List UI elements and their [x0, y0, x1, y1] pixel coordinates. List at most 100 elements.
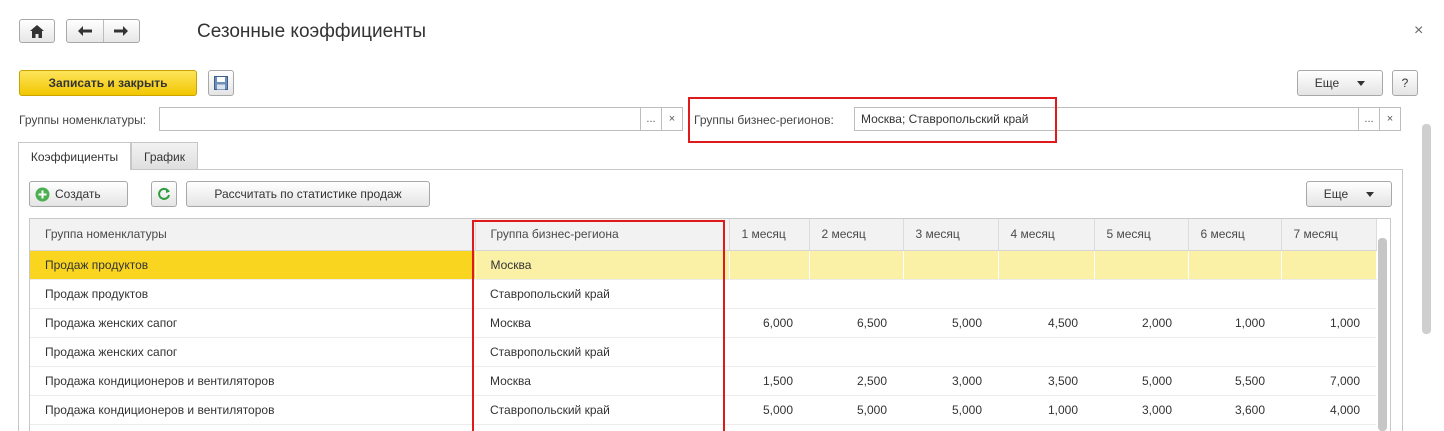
- calc-by-sales-button[interactable]: Рассчитать по статистике продаж: [186, 181, 430, 207]
- window-title: Сезонные коэффициенты: [197, 21, 427, 42]
- column-header[interactable]: 4 месяц: [998, 219, 1095, 251]
- panel-more-button[interactable]: Еще: [1306, 181, 1392, 207]
- nomenclature-groups-label: Группы номенклатуры:: [19, 113, 147, 127]
- page-scrollbar[interactable]: [1422, 124, 1431, 334]
- tab-chart[interactable]: График: [131, 142, 198, 170]
- chevron-down-icon: [1366, 191, 1375, 197]
- table-cell: Ставропольский край: [475, 279, 729, 309]
- arrow-left-icon: [77, 26, 92, 36]
- history-nav: [66, 19, 140, 43]
- table-cell: 5,500: [1188, 366, 1281, 396]
- column-header[interactable]: 2 месяц: [809, 219, 904, 251]
- table-cell: [998, 279, 1094, 309]
- table-row[interactable]: Продаж продуктов Ставропольский край: [30, 279, 1376, 309]
- help-button[interactable]: ?: [1392, 70, 1418, 96]
- table-row[interactable]: Продажа кондиционеров и вентиляторов Мос…: [30, 366, 1376, 396]
- floppy-disk-icon: [214, 76, 228, 90]
- panel-more-label: Еще: [1323, 187, 1349, 201]
- back-button[interactable]: [67, 20, 104, 42]
- table-row[interactable]: Продажа женских сапог Ставропольский кра…: [30, 337, 1376, 367]
- tab-coefficients[interactable]: Коэффициенты: [18, 142, 131, 170]
- table-scrollbar-thumb[interactable]: [1378, 238, 1387, 431]
- business-regions-field[interactable]: Москва; Ставропольский край: [854, 107, 1359, 131]
- forward-button[interactable]: [104, 20, 140, 42]
- business-regions-label: Группы бизнес-регионов:: [694, 113, 834, 127]
- table-cell: [809, 279, 903, 309]
- table-row[interactable]: Продаж продуктов Москва: [30, 250, 1377, 280]
- home-button[interactable]: [19, 19, 55, 43]
- table-cell: 1,000: [998, 395, 1094, 425]
- table-cell: 3,000: [903, 366, 998, 396]
- table-cell: [1094, 279, 1188, 309]
- table-row[interactable]: Продажа женских сапог Москва 6,000 6,500…: [30, 308, 1376, 338]
- column-header[interactable]: 1 месяц: [729, 219, 810, 251]
- table-cell: [1281, 279, 1376, 309]
- table-cell: [1281, 337, 1376, 367]
- column-header[interactable]: 3 месяц: [903, 219, 999, 251]
- more-menu-label: Еще: [1314, 76, 1340, 90]
- arrow-right-icon: [114, 26, 129, 36]
- table-cell: Продажа женских сапог: [30, 337, 475, 367]
- table-cell: [998, 250, 1095, 280]
- create-button-label: Создать: [55, 187, 101, 201]
- table-cell: 4,500: [998, 308, 1094, 338]
- table-cell: [903, 250, 999, 280]
- table-cell: 7,000: [1281, 366, 1376, 396]
- table-cell: Москва: [475, 366, 729, 396]
- table-cell: [1094, 250, 1189, 280]
- table-cell: 2,500: [809, 366, 903, 396]
- column-header[interactable]: Группа номенклатуры: [30, 219, 476, 251]
- table-cell: Москва: [475, 250, 730, 280]
- create-button[interactable]: Создать: [29, 181, 128, 207]
- table-row[interactable]: Продажа кондиционеров и вентиляторов Ста…: [30, 395, 1376, 425]
- nomenclature-groups-field[interactable]: [159, 107, 641, 131]
- coefficients-table: Группа номенклатуры Группа бизнес-регион…: [29, 218, 1391, 431]
- column-header[interactable]: 5 месяц: [1094, 219, 1189, 251]
- column-header[interactable]: 7 месяц: [1281, 219, 1377, 251]
- home-icon: [30, 24, 44, 38]
- table-cell: [1188, 250, 1282, 280]
- table-cell: [903, 279, 998, 309]
- table-cell: Продажа женских сапог: [30, 308, 475, 338]
- table-cell: [1188, 337, 1281, 367]
- table-cell: 2,000: [1094, 308, 1188, 338]
- table-cell: [903, 337, 998, 367]
- table-cell: [729, 279, 809, 309]
- table-cell: 1,000: [1188, 308, 1281, 338]
- table-cell: 3,600: [1188, 395, 1281, 425]
- table-cell: 4,000: [1281, 395, 1376, 425]
- save-button[interactable]: [208, 70, 234, 96]
- table-cell: 5,000: [903, 395, 998, 425]
- regions-clear-icon[interactable]: ×: [1379, 107, 1401, 131]
- table-cell: [809, 337, 903, 367]
- table-cell: [998, 337, 1094, 367]
- more-menu-button[interactable]: Еще: [1297, 70, 1383, 96]
- table-cell: 6,000: [729, 308, 809, 338]
- close-icon[interactable]: ×: [1414, 22, 1423, 40]
- plus-circle-icon: [35, 187, 50, 201]
- table-cell: Ставропольский край: [475, 337, 729, 367]
- nomenclature-clear-icon[interactable]: ×: [661, 107, 683, 131]
- table-cell: [729, 337, 809, 367]
- table-header-row: Группа номенклатуры Группа бизнес-регион…: [30, 219, 1377, 251]
- table-cell: [1281, 250, 1377, 280]
- table-cell: [809, 250, 904, 280]
- nomenclature-select-button[interactable]: ...: [640, 107, 662, 131]
- table-cell: 5,000: [809, 395, 903, 425]
- table-cell: 5,000: [729, 395, 809, 425]
- save-and-close-button[interactable]: Записать и закрыть: [19, 70, 197, 96]
- regions-select-button[interactable]: ...: [1358, 107, 1380, 131]
- table-cell: [1188, 279, 1281, 309]
- refresh-icon: [158, 187, 170, 200]
- refresh-button[interactable]: [151, 181, 177, 207]
- table-cell: 1,500: [729, 366, 809, 396]
- table-cell: Продажа кондиционеров и вентиляторов: [30, 366, 475, 396]
- chevron-down-icon: [1357, 80, 1366, 86]
- table-cell: Москва: [475, 308, 729, 338]
- column-header[interactable]: 6 месяц: [1188, 219, 1282, 251]
- table-cell: Продаж продуктов: [30, 250, 476, 280]
- table-cell: 5,000: [1094, 366, 1188, 396]
- table-cell: 3,000: [1094, 395, 1188, 425]
- table-cell: 3,500: [998, 366, 1094, 396]
- column-header[interactable]: Группа бизнес-региона: [475, 219, 730, 251]
